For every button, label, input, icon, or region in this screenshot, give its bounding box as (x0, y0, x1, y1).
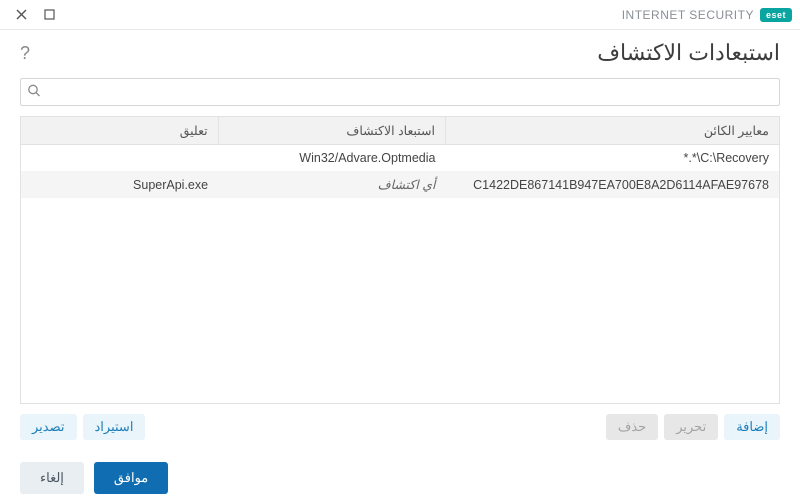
cell-exclusion: Win32/Advare.Optmedia (218, 145, 445, 172)
titlebar: eset INTERNET SECURITY (0, 0, 800, 30)
edit-button[interactable]: تحرير (664, 414, 718, 440)
brand-product: INTERNET SECURITY (622, 8, 754, 22)
brand: eset INTERNET SECURITY (622, 8, 792, 22)
col-criteria[interactable]: معايير الكائن (445, 117, 779, 145)
delete-button[interactable]: حذف (606, 414, 658, 440)
export-button[interactable]: تصدير (20, 414, 77, 440)
add-button[interactable]: إضافة (724, 414, 780, 440)
close-icon[interactable] (14, 8, 28, 22)
exclusions-table: معايير الكائن استبعاد الاكتشاف تعليق *.*… (20, 116, 780, 404)
col-comment[interactable]: تعليق (21, 117, 218, 145)
page-title: استبعادات الاكتشاف (597, 40, 780, 66)
cell-exclusion: أي اكتشاف (218, 171, 445, 198)
ok-button[interactable]: موافق (94, 462, 168, 494)
dialog-footer: موافق إلغاء (0, 440, 800, 494)
window-controls (8, 8, 56, 22)
table-header-row: معايير الكائن استبعاد الاكتشاف تعليق (21, 117, 779, 145)
toolbar-group-io: استيراد تصدير (20, 414, 145, 440)
search-wrap (20, 78, 780, 106)
cancel-button[interactable]: إلغاء (20, 462, 84, 494)
col-exclusion[interactable]: استبعاد الاكتشاف (218, 117, 445, 145)
help-icon[interactable]: ? (20, 43, 30, 64)
brand-logo: eset (760, 8, 792, 22)
cell-criteria: *.*\C:\Recovery (445, 145, 779, 172)
toolbar-group-main: إضافة تحرير حذف (606, 414, 780, 440)
maximize-icon[interactable] (42, 8, 56, 22)
cell-comment: SuperApi.exe (21, 171, 218, 198)
table-row[interactable]: *.*\C:\Recovery Win32/Advare.Optmedia (21, 145, 779, 172)
import-button[interactable]: استيراد (83, 414, 146, 440)
cell-criteria: C1422DE867141B947EA700E8A2D6114AFAE97678 (445, 171, 779, 198)
cell-comment (21, 145, 218, 172)
table-row[interactable]: C1422DE867141B947EA700E8A2D6114AFAE97678… (21, 171, 779, 198)
search-input[interactable] (20, 78, 780, 106)
table-toolbar: إضافة تحرير حذف استيراد تصدير (20, 414, 780, 440)
page-header: استبعادات الاكتشاف ? (0, 30, 800, 78)
